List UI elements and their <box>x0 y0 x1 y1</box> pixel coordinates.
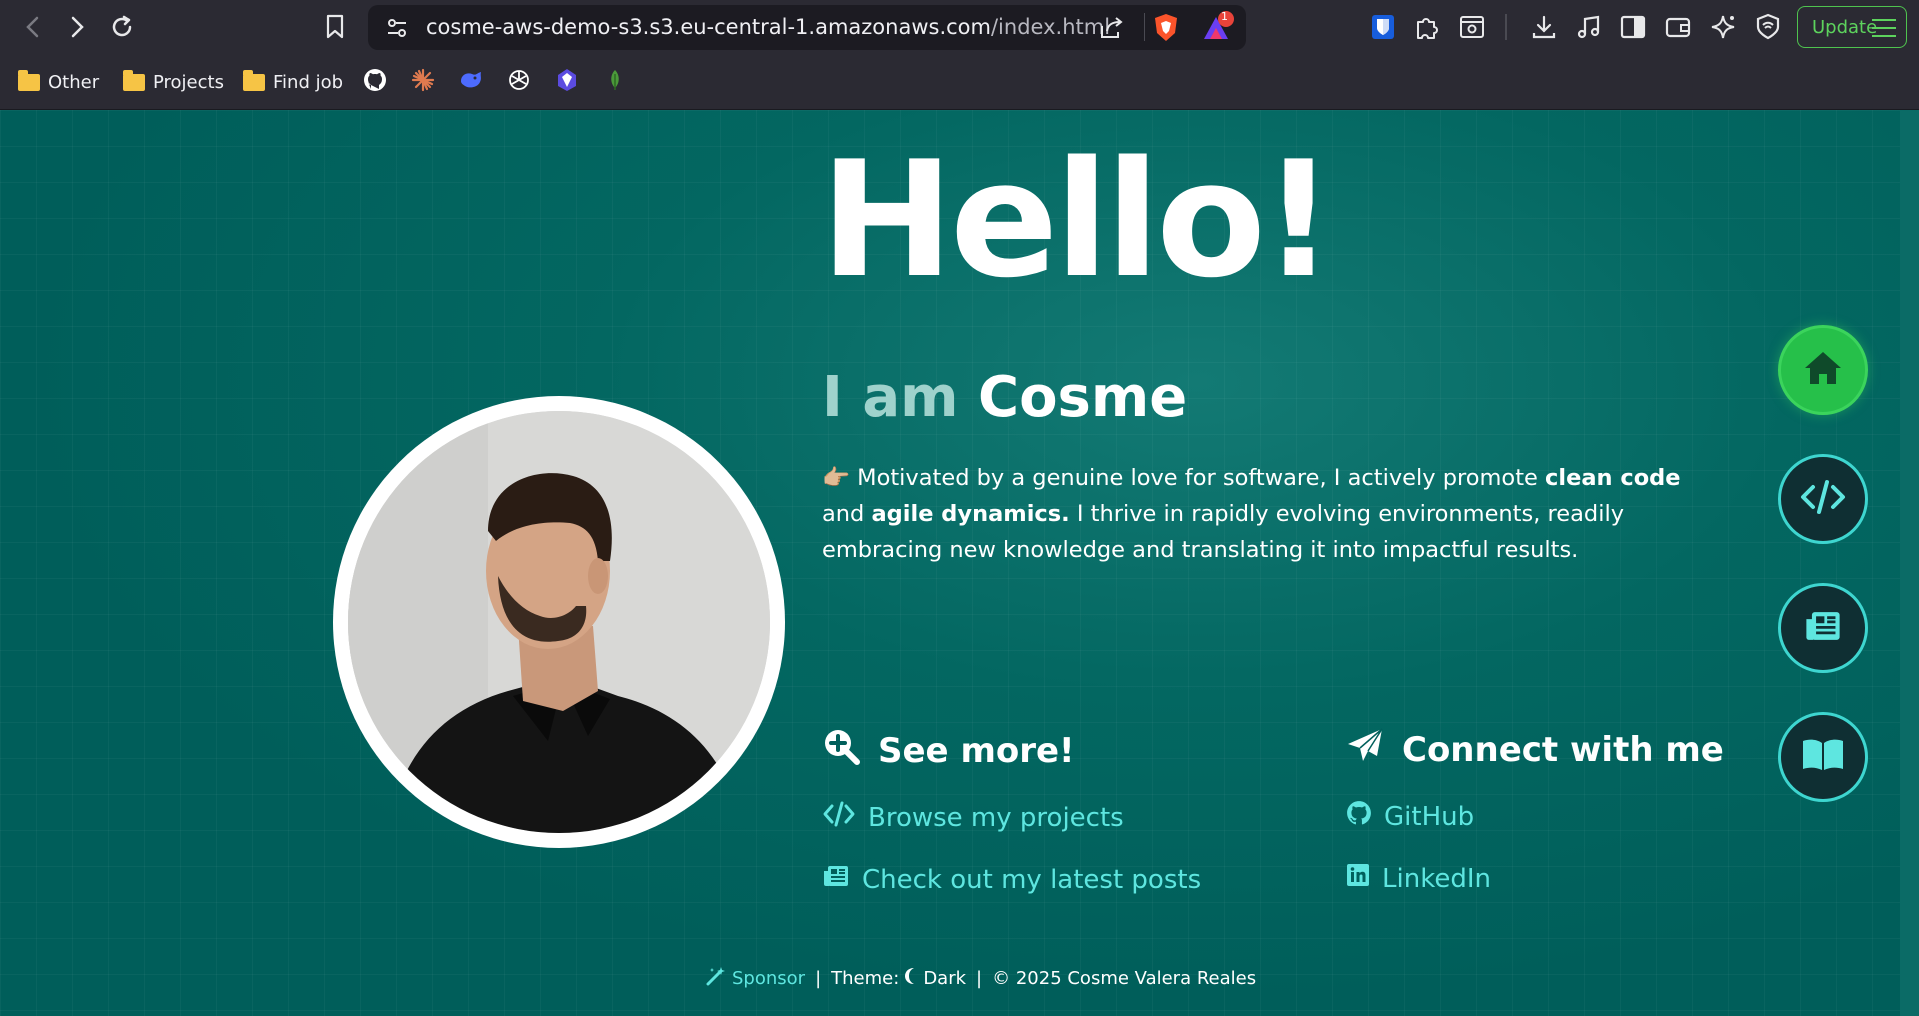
bio-text: Motivated by a genuine love for software… <box>850 465 1546 491</box>
github-icon <box>1346 800 1372 833</box>
see-more-heading: See more! <box>822 727 1075 774</box>
reload-button[interactable] <box>103 8 141 46</box>
forward-button[interactable] <box>58 8 96 46</box>
sidebar-icon[interactable] <box>1614 8 1652 46</box>
connect-title: Connect with me <box>1402 729 1724 770</box>
posts-nav-button[interactable] <box>1778 583 1868 673</box>
home-icon <box>1802 349 1844 391</box>
scrollbar[interactable] <box>1900 110 1919 1016</box>
moon-icon <box>903 967 919 990</box>
bookmark-label: Projects <box>153 71 224 93</box>
toolbar-divider <box>1505 14 1507 40</box>
avatar <box>348 411 770 833</box>
site-settings-icon[interactable] <box>386 17 408 43</box>
github-icon[interactable] <box>361 66 389 94</box>
leo-ai-icon[interactable] <box>1704 8 1742 46</box>
bookmark-folder-find-job[interactable]: Find job <box>243 65 343 99</box>
claude-icon[interactable] <box>409 66 437 94</box>
bio-highlight: clean code <box>1545 465 1681 491</box>
chatgpt-icon[interactable] <box>505 66 533 94</box>
url-host: cosme-aws-demo-s3.s3.eu-central-1.amazon… <box>426 15 991 39</box>
book-icon <box>1801 737 1845 777</box>
hero-greeting: Hello! <box>820 126 1335 313</box>
theme-label: Theme: <box>831 968 900 989</box>
link-label: Browse my projects <box>868 802 1124 833</box>
bio-text: and <box>822 501 872 527</box>
downloads-icon[interactable] <box>1525 8 1563 46</box>
code-icon <box>822 800 856 835</box>
hero-intro: I am Cosme <box>822 370 1187 426</box>
rewards-badge: 1 <box>1221 10 1228 23</box>
bookmark-folder-projects[interactable]: Projects <box>123 65 224 99</box>
sponsor-link[interactable]: Sponsor <box>706 966 805 991</box>
sponsor-label: Sponsor <box>732 968 806 989</box>
bookmark-label: Find job <box>273 71 344 93</box>
wallet-icon[interactable] <box>1659 8 1697 46</box>
theme-toggle[interactable]: Dark <box>903 967 966 990</box>
update-button[interactable]: Update <box>1797 6 1907 48</box>
folder-icon <box>123 69 145 91</box>
menu-icon <box>1872 19 1896 37</box>
back-button[interactable] <box>14 8 52 46</box>
deepseek-icon[interactable] <box>457 66 485 94</box>
brave-rewards-icon[interactable]: 1 <box>1200 10 1234 47</box>
intro-prefix: I am <box>822 365 959 430</box>
github-link[interactable]: GitHub <box>1346 800 1474 833</box>
footer-separator: | <box>815 968 822 989</box>
hero-name: Cosme <box>977 365 1188 430</box>
footer-separator: | <box>976 968 983 989</box>
theme-value: Dark <box>923 968 967 989</box>
latest-posts-link[interactable]: Check out my latest posts <box>822 863 1201 896</box>
vpn-icon[interactable] <box>1749 8 1787 46</box>
divider <box>1144 13 1145 41</box>
footer: Sponsor | Theme: Dark | © 2025 Cosme Val… <box>706 966 1256 991</box>
folder-icon <box>18 69 40 91</box>
media-icon[interactable] <box>1570 8 1608 46</box>
reader-mode-icon[interactable] <box>1453 8 1491 46</box>
link-label: LinkedIn <box>1382 863 1491 894</box>
browser-toolbar: cosme-aws-demo-s3.s3.eu-central-1.amazon… <box>0 0 1919 55</box>
update-label: Update <box>1812 16 1878 38</box>
bio-paragraph: 👉🏼 Motivated by a genuine love for softw… <box>822 460 1702 568</box>
address-bar[interactable]: cosme-aws-demo-s3.s3.eu-central-1.amazon… <box>368 5 1246 50</box>
folder-icon <box>243 69 265 91</box>
bio-highlight: agile dynamics. <box>871 501 1070 527</box>
connect-heading: Connect with me <box>1346 727 1724 772</box>
linkedin-link[interactable]: LinkedIn <box>1346 863 1491 894</box>
bookmark-label: Other <box>48 71 100 93</box>
leaf-icon[interactable] <box>601 66 629 94</box>
url-text[interactable]: cosme-aws-demo-s3.s3.eu-central-1.amazon… <box>426 5 1110 50</box>
magic-wand-icon <box>706 966 726 991</box>
newspaper-icon <box>822 863 850 896</box>
link-label: Check out my latest posts <box>862 864 1202 895</box>
browse-projects-link[interactable]: Browse my projects <box>822 800 1124 835</box>
link-label: GitHub <box>1384 801 1475 832</box>
copyright: © 2025 Cosme Valera Reales <box>992 968 1257 989</box>
url-path: /index.html <box>990 15 1111 39</box>
reading-nav-button[interactable] <box>1778 712 1868 802</box>
extensions-icon[interactable] <box>1408 8 1446 46</box>
perplexity-icon[interactable] <box>553 66 581 94</box>
pointing-emoji: 👉🏼 <box>822 465 851 491</box>
home-nav-button[interactable] <box>1778 325 1868 415</box>
share-icon[interactable] <box>1098 16 1124 44</box>
linkedin-icon <box>1346 863 1370 894</box>
projects-nav-button[interactable] <box>1778 454 1868 544</box>
code-icon <box>1799 479 1847 519</box>
brave-shields-icon[interactable] <box>1152 13 1180 47</box>
bookmark-page-icon[interactable] <box>316 8 354 46</box>
paper-plane-icon <box>1346 727 1384 772</box>
bookmark-folder-other[interactable]: Other <box>18 65 99 99</box>
see-more-title: See more! <box>878 730 1075 771</box>
magnify-plus-icon <box>822 727 860 774</box>
newspaper-icon <box>1803 608 1843 648</box>
bitwarden-icon[interactable] <box>1364 8 1402 46</box>
